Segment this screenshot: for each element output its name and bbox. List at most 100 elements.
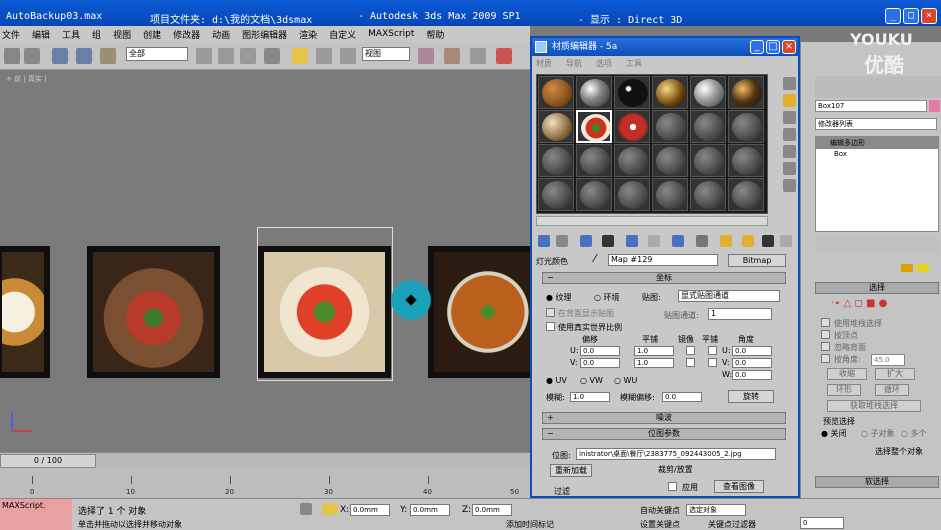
preview-multi-radio[interactable]: ○ 多个 xyxy=(901,428,927,439)
sample-slot[interactable] xyxy=(690,76,726,109)
bitmap-path-button[interactable]: inistrator\桌面\餐厅\2383775_092443005_2.jpg xyxy=(576,448,776,460)
menu-edit[interactable]: 编辑 xyxy=(32,28,50,41)
make-preview-icon[interactable] xyxy=(783,162,796,175)
pick-material-icon[interactable] xyxy=(780,235,792,247)
vw-radio[interactable]: ○ VW xyxy=(580,376,603,385)
menu-animation[interactable]: 动画 xyxy=(212,28,230,41)
by-vertex-checkbox[interactable]: 按顶点 xyxy=(821,330,858,341)
menu-create[interactable]: 创建 xyxy=(143,28,161,41)
sample-slot-active[interactable] xyxy=(576,110,612,143)
time-slider-track[interactable]: 0 / 100 xyxy=(0,452,530,468)
u-offset-field[interactable]: 0.0 xyxy=(580,346,620,356)
loop-button[interactable]: 循环 xyxy=(875,384,909,396)
mated-minimize-button[interactable]: _ xyxy=(750,40,764,54)
mapping-select[interactable]: 显式贴图通道 xyxy=(678,290,780,302)
put-to-library-icon[interactable] xyxy=(648,235,660,247)
key-selection-select[interactable]: 选定对象 xyxy=(686,504,746,516)
sample-slot[interactable] xyxy=(652,76,688,109)
grow-button[interactable]: 扩大 xyxy=(875,368,915,380)
time-slider[interactable]: 0 / 100 xyxy=(0,454,96,468)
stack-item-box[interactable]: Box xyxy=(816,149,938,159)
rollout-selection[interactable]: 选择 xyxy=(815,282,939,294)
get-stack-selection-button[interactable]: 获取堆栈选择 xyxy=(827,400,921,412)
preview-off-radio[interactable]: ● 关闭 xyxy=(821,428,847,439)
sample-type-icon[interactable] xyxy=(783,77,796,90)
v-mirror-checkbox[interactable] xyxy=(686,358,695,367)
sample-slot[interactable] xyxy=(728,178,764,211)
window-crossing-icon[interactable] xyxy=(264,48,280,64)
stack-item-edit-poly[interactable]: 编辑多边形 xyxy=(816,137,938,149)
object-name-field[interactable]: Box107 xyxy=(815,100,927,112)
menu-graph-editors[interactable]: 图形编辑器 xyxy=(242,28,287,41)
show-end-result-icon[interactable] xyxy=(720,235,732,247)
key-filters-button[interactable]: 关键点过滤器 xyxy=(708,519,756,530)
y-coord-field[interactable]: 0.0mm xyxy=(410,504,450,516)
sample-slot[interactable] xyxy=(728,76,764,109)
sample-slot[interactable] xyxy=(576,178,612,211)
shrink-button[interactable]: 收缩 xyxy=(827,368,867,380)
current-frame-field[interactable]: 0 xyxy=(800,517,844,529)
show-map-icon[interactable] xyxy=(696,235,708,247)
minimize-button[interactable]: _ xyxy=(885,8,901,24)
rollout-coordinates[interactable]: − 坐标 xyxy=(542,272,786,284)
material-editor-titlebar[interactable]: 材质编辑器 - 5a _ □ × xyxy=(532,38,798,56)
subobject-icons[interactable]: ·∙ △ ◻ ■ ● xyxy=(831,298,887,309)
snap-icon[interactable] xyxy=(444,48,460,64)
sample-slot[interactable] xyxy=(614,110,650,143)
modifier-stack[interactable]: 编辑多边形 Box xyxy=(815,136,939,232)
v-angle-field[interactable]: 0.0 xyxy=(732,358,772,368)
maximize-button[interactable]: □ xyxy=(903,8,919,24)
ring-button[interactable]: 环形 xyxy=(827,384,861,396)
mated-maximize-button[interactable]: □ xyxy=(766,40,780,54)
u-mirror-checkbox[interactable] xyxy=(686,346,695,355)
sample-slot[interactable] xyxy=(690,144,726,177)
texture-radio[interactable]: ● 纹理 xyxy=(546,292,572,303)
sample-slot[interactable] xyxy=(728,110,764,143)
map-type-button[interactable]: Bitmap xyxy=(728,254,786,267)
map-name-field[interactable]: Map #129 xyxy=(608,254,718,266)
maxscript-listener[interactable]: MAXScript. xyxy=(0,499,72,530)
rollout-soft-selection[interactable]: 软选择 xyxy=(815,476,939,488)
reset-map-icon[interactable] xyxy=(602,235,614,247)
close-button[interactable]: × xyxy=(921,8,937,24)
eyedropper-icon[interactable]: ⁄ xyxy=(594,252,596,265)
v-tiling-field[interactable]: 1.0 xyxy=(634,358,674,368)
bind-icon[interactable] xyxy=(100,48,116,64)
auto-key-button[interactable]: 自动关键点 xyxy=(640,505,680,516)
uv-radio[interactable]: ● UV xyxy=(546,376,567,385)
sample-slot[interactable] xyxy=(614,76,650,109)
u-tiling-field[interactable]: 1.0 xyxy=(634,346,674,356)
dish-plane-1[interactable] xyxy=(0,246,50,378)
use-stack-sel-checkbox[interactable]: 使用堆栈选择 xyxy=(821,318,882,329)
uv-tiling-icon[interactable] xyxy=(783,128,796,141)
unlink-icon[interactable] xyxy=(76,48,92,64)
put-to-scene-icon[interactable] xyxy=(556,235,568,247)
sample-slot[interactable] xyxy=(538,144,574,177)
mated-menu-options[interactable]: 选项 xyxy=(596,56,612,72)
menu-file[interactable]: 文件 xyxy=(2,28,20,41)
selection-filter-select[interactable]: 全部 xyxy=(126,47,188,61)
sample-slot[interactable] xyxy=(652,178,688,211)
menu-help[interactable]: 帮助 xyxy=(426,28,444,41)
rotate-button[interactable]: 旋转 xyxy=(728,390,774,403)
v-offset-field[interactable]: 0.0 xyxy=(580,358,620,368)
by-angle-checkbox[interactable]: 按角度: xyxy=(821,354,861,365)
blur-field[interactable]: 1.0 xyxy=(570,392,610,402)
mated-menu-material[interactable]: 材质 xyxy=(536,56,552,72)
apply-checkbox[interactable] xyxy=(668,482,677,491)
mated-close-button[interactable]: × xyxy=(782,40,796,54)
move-icon[interactable] xyxy=(292,48,308,64)
reference-coord-select[interactable]: 视图 xyxy=(362,47,410,61)
track-bar[interactable]: 0 10 20 30 40 50 xyxy=(0,468,530,498)
dish-plane-2[interactable] xyxy=(87,246,220,378)
angle-field[interactable]: 45.0 xyxy=(871,354,905,366)
video-color-icon[interactable] xyxy=(783,145,796,158)
make-unique-icon[interactable] xyxy=(626,235,638,247)
sample-slot[interactable] xyxy=(690,110,726,143)
sample-slot[interactable] xyxy=(728,144,764,177)
get-material-icon[interactable] xyxy=(538,235,550,247)
x-coord-field[interactable]: 0.0mm xyxy=(350,504,390,516)
background-icon[interactable] xyxy=(783,111,796,124)
rotate-icon[interactable] xyxy=(316,48,332,64)
ignore-backfacing-checkbox[interactable]: 忽略背面 xyxy=(821,342,866,353)
